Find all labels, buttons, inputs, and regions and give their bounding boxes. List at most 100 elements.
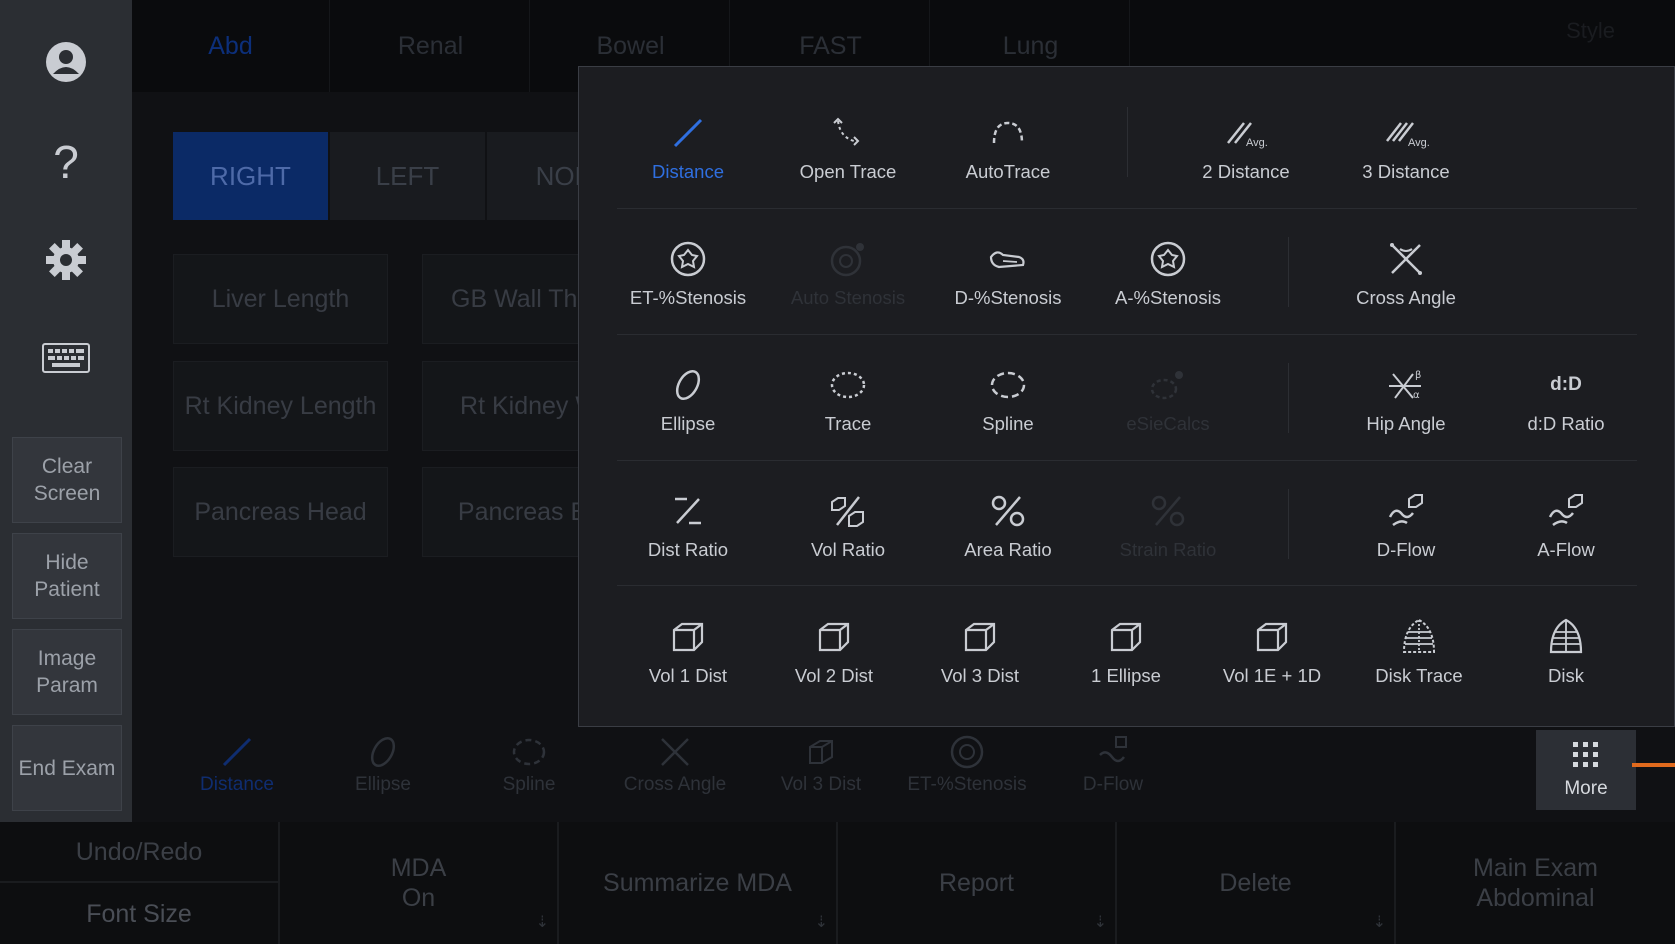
stenosis-icon (666, 237, 710, 281)
settings-icon[interactable] (26, 220, 106, 300)
main-exam-label: Main Exam Abdominal (1472, 854, 1599, 912)
tool-hip-angle[interactable]: βα Hip Angle (1326, 363, 1486, 463)
strip-label: Distance (200, 774, 274, 795)
hide-patient-button[interactable]: Hide Patient (12, 533, 122, 619)
strip-label: Vol 3 Dist (780, 774, 862, 795)
strip-et-stenosis[interactable]: ET-%Stenosis (897, 730, 1037, 820)
strain-ratio-icon (1146, 489, 1190, 533)
tool-vol-1-dist[interactable]: Vol 1 Dist (608, 615, 768, 715)
tool-d-stenosis[interactable]: D-%Stenosis (928, 237, 1088, 337)
distance-icon (220, 730, 254, 774)
cube-icon (1250, 615, 1294, 659)
strip-label: Ellipse (355, 774, 411, 795)
tool-vol-ratio[interactable]: Vol Ratio (768, 489, 928, 589)
tool-vol-1e-1d[interactable]: Vol 1E + 1D (1192, 615, 1352, 715)
quick-rt-kidney-length[interactable]: Rt Kidney Length (173, 361, 388, 451)
alpha-glyph: α (1413, 390, 1420, 401)
strip-d-flow[interactable]: D-Flow (1043, 730, 1183, 820)
col-divider (1127, 107, 1128, 177)
mda-key[interactable]: MDA On ⇣ (280, 822, 559, 944)
strip-cross-angle[interactable]: Cross Angle (605, 730, 745, 820)
image-param-button[interactable]: Image Param (12, 629, 122, 715)
flow-icon (1544, 489, 1588, 533)
mda-label: MDA On (390, 854, 447, 912)
tool-label: Distance (652, 161, 724, 182)
strip-ellipse[interactable]: Ellipse (313, 730, 453, 820)
font-size-key[interactable]: Font Size (0, 883, 280, 944)
tab-style[interactable]: Style (1566, 18, 1615, 44)
toggle-right[interactable]: RIGHT (173, 132, 328, 220)
three-distance-icon: Avg. (1384, 111, 1430, 155)
help-icon[interactable]: ? (26, 122, 106, 202)
tool-disk-trace[interactable]: Disk Trace (1339, 615, 1499, 715)
strip-vol-3-dist[interactable]: Vol 3 Dist (751, 730, 891, 820)
tool-distance[interactable]: Distance (608, 111, 768, 211)
vol-ratio-icon (826, 489, 870, 533)
arrow-icon: ⇣ (814, 914, 828, 931)
report-key[interactable]: Report ⇣ (838, 822, 1117, 944)
main-exam-key[interactable]: Main Exam Abdominal (1396, 822, 1675, 944)
dist-ratio-icon (666, 489, 710, 533)
tool-1-ellipse[interactable]: 1 Ellipse (1046, 615, 1206, 715)
tool-label: A-%Stenosis (1115, 287, 1221, 308)
strip-distance[interactable]: Distance (167, 730, 307, 820)
tool-a-flow[interactable]: A-Flow (1486, 489, 1646, 589)
softkey-bar: Undo/Redo Font Size MDA On ⇣ Summarize MD… (0, 822, 1675, 944)
tool-dd-ratio[interactable]: d:D d:D Ratio (1486, 363, 1646, 463)
tool-a-stenosis[interactable]: A-%Stenosis (1088, 237, 1248, 337)
spline-icon (986, 363, 1030, 407)
flow-icon (1096, 730, 1130, 774)
tool-dist-ratio[interactable]: Dist Ratio (608, 489, 768, 589)
tool-label: D-Flow (1376, 539, 1436, 560)
delete-key[interactable]: Delete ⇣ (1117, 822, 1396, 944)
tool-3-distance[interactable]: Avg. 3 Distance (1326, 111, 1486, 211)
tool-ellipse[interactable]: Ellipse (608, 363, 768, 463)
tool-d-flow[interactable]: D-Flow (1326, 489, 1486, 589)
tool-vol-3-dist[interactable]: Vol 3 Dist (900, 615, 1060, 715)
tool-open-trace[interactable]: Open Trace (768, 111, 928, 211)
grid-icon (1573, 742, 1598, 767)
tool-2-distance[interactable]: Avg. 2 Distance (1166, 111, 1326, 211)
tool-trace[interactable]: Trace (768, 363, 928, 463)
tool-vol-2-dist[interactable]: Vol 2 Dist (754, 615, 914, 715)
arrow-icon: ⇣ (535, 914, 549, 931)
tool-strain-ratio: Strain Ratio (1088, 489, 1248, 589)
keyboard-icon[interactable] (26, 318, 106, 398)
tool-esiecalcs: eSieCalcs (1088, 363, 1248, 463)
tool-autotrace[interactable]: AutoTrace (928, 111, 1088, 211)
esiecalcs-icon (1146, 363, 1190, 407)
ellipse-icon (666, 363, 710, 407)
tool-spline[interactable]: Spline (928, 363, 1088, 463)
user-icon[interactable] (26, 22, 106, 102)
arrow-icon: ⇣ (1372, 914, 1386, 931)
tab-abd[interactable]: Abd (132, 0, 330, 92)
tab-renal[interactable]: Renal (332, 0, 530, 92)
strip-label: ET-%Stenosis (907, 774, 1027, 795)
tool-label: Trace (824, 413, 872, 434)
quick-pancreas-head[interactable]: Pancreas Head (173, 467, 388, 557)
cube-icon (812, 615, 856, 659)
tool-cross-angle[interactable]: Cross Angle (1326, 237, 1486, 337)
quick-liver-length[interactable]: Liver Length (173, 254, 388, 344)
tool-disk[interactable]: Disk (1486, 615, 1646, 715)
tool-label: Auto Stenosis (790, 287, 906, 308)
clear-screen-button[interactable]: Clear Screen (12, 437, 122, 523)
tool-label: Vol 2 Dist (794, 665, 874, 686)
tool-label: Strain Ratio (1119, 539, 1217, 560)
undo-redo-key[interactable]: Undo/Redo (0, 822, 280, 883)
hip-angle-icon: βα (1384, 363, 1428, 407)
dd-ratio-icon: d:D (1544, 363, 1588, 407)
tool-et-stenosis[interactable]: ET-%Stenosis (608, 237, 768, 337)
toggle-left[interactable]: LEFT (330, 132, 485, 220)
more-button[interactable]: More (1536, 730, 1636, 810)
cube-icon (958, 615, 1002, 659)
end-exam-button[interactable]: End Exam (12, 725, 122, 811)
tool-area-ratio[interactable]: Area Ratio (928, 489, 1088, 589)
tool-label: A-Flow (1537, 539, 1595, 560)
flow-icon (1384, 489, 1428, 533)
tool-label: Dist Ratio (647, 539, 729, 560)
tool-label: Disk (1548, 665, 1584, 686)
strip-spline[interactable]: Spline (459, 730, 599, 820)
summarize-mda-key[interactable]: Summarize MDA ⇣ (559, 822, 838, 944)
summarize-label: Summarize MDA (603, 869, 792, 897)
